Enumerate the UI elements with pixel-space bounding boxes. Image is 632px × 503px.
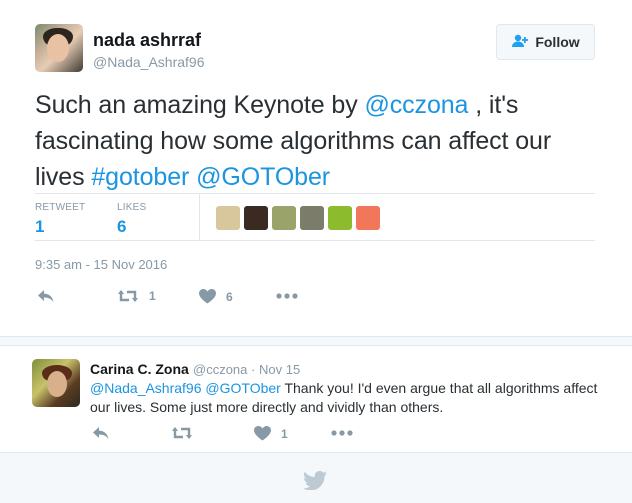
reply-button[interactable] [37,289,55,303]
retweet-icon [171,426,193,440]
more-icon [276,293,298,299]
reply-icon [37,289,55,303]
reply-author-handle[interactable]: @cczona [193,362,247,377]
mention-link[interactable]: @cczona [364,91,468,119]
more-icon [331,430,353,436]
follow-button[interactable]: Follow [496,24,595,60]
tweet-stats: RETWEET 1 LIKES 6 [35,193,595,241]
likes-stat[interactable]: LIKES 6 [117,202,146,237]
reply-tweet: Carina C. Zona @cczona · Nov 15 @Nada_As… [0,346,632,452]
tweet-text: Such an amazing Keynote by @cczona , it'… [35,87,595,195]
footer [0,452,632,503]
retweet-icon [117,289,139,303]
follow-person-icon [511,34,529,51]
reply-author-name[interactable]: Carina C. Zona [90,361,189,377]
section-separator [0,336,632,346]
mention-link[interactable]: @Nada_Ashraf96 [90,380,202,396]
reply-like-count: 1 [281,426,288,441]
like-button[interactable]: 6 [199,289,233,304]
hashtag-link[interactable]: #gotober [91,163,189,191]
reply-date[interactable]: Nov 15 [259,362,300,377]
tweet-timestamp[interactable]: 9:35 am - 15 Nov 2016 [35,257,167,272]
reply-text: @Nada_Ashraf96 @GOTOber Thank you! I'd e… [90,379,610,417]
tweet-actions: 1 6 [0,287,632,307]
follow-label: Follow [535,34,580,50]
heart-icon [199,289,216,304]
reply-like-button[interactable]: 1 [254,426,288,441]
liker-avatar[interactable] [328,206,352,230]
liker-avatar[interactable] [356,206,380,230]
more-button[interactable] [276,293,298,299]
tweet-text-part: Such an amazing Keynote by [35,91,365,119]
author-avatar[interactable] [35,24,83,72]
likes-stat-label: LIKES [117,202,147,213]
retweet-stat-count: 1 [35,217,45,236]
liker-avatar[interactable] [244,206,268,230]
retweet-stat-label: RETWEET [35,202,86,213]
reply-meta-separator: · [251,362,256,377]
reply-actions: 1 [0,426,632,446]
mention-link[interactable]: @GOTOber [196,163,330,191]
reply-more-button[interactable] [331,430,353,436]
like-count: 6 [226,289,233,304]
liker-avatar[interactable] [272,206,296,230]
heart-icon [254,426,271,441]
liker-avatar[interactable] [300,206,324,230]
reply-meta: @cczona · Nov 15 [193,362,300,377]
author-handle[interactable]: @Nada_Ashraf96 [93,54,205,70]
reply-icon [92,426,110,440]
liker-avatar[interactable] [216,206,240,230]
mention-link[interactable]: @GOTOber [205,380,280,396]
reply-retweet-button[interactable] [171,426,193,440]
reply-reply-button[interactable] [92,426,110,440]
author-name[interactable]: nada ashrraf [93,30,201,51]
stats-divider [199,194,200,240]
reply-author-avatar[interactable] [32,359,80,407]
main-tweet: nada ashrraf @Nada_Ashraf96 Follow Such … [0,0,632,336]
retweet-count: 1 [149,289,156,303]
twitter-bird-icon[interactable] [303,471,327,495]
likes-stat-count: 6 [117,217,127,236]
liker-avatars [216,206,380,230]
retweet-stat[interactable]: RETWEET 1 [35,202,85,237]
retweet-button[interactable]: 1 [117,289,156,303]
